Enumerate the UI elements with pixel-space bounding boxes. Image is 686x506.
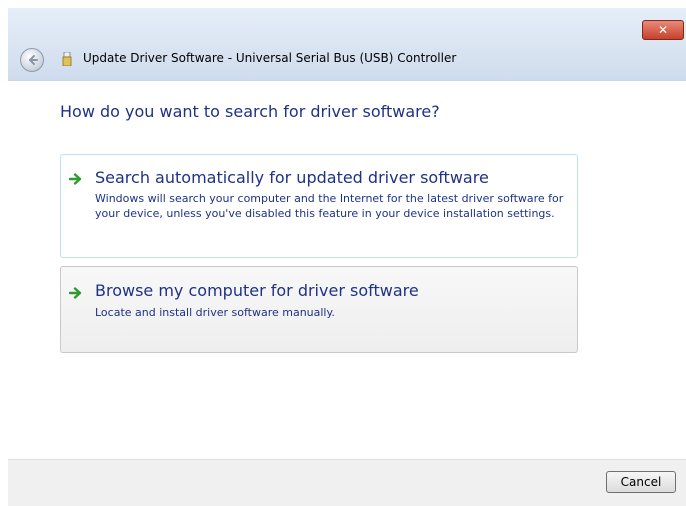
option-description: Windows will search your computer and th… bbox=[95, 192, 564, 220]
green-arrow-icon bbox=[69, 287, 82, 299]
back-button[interactable] bbox=[20, 48, 44, 72]
window-title: Update Driver Software - Universal Seria… bbox=[83, 51, 457, 65]
dialog-footer: Cancel bbox=[8, 459, 686, 506]
option-title: Browse my computer for driver software bbox=[95, 281, 419, 300]
back-arrow-icon bbox=[29, 55, 38, 65]
close-button[interactable]: ✕ bbox=[642, 20, 684, 40]
green-arrow-icon bbox=[69, 173, 82, 185]
close-icon: ✕ bbox=[657, 23, 669, 37]
search-automatically-option[interactable]: Search automatically for updated driver … bbox=[60, 154, 578, 258]
option-description: Locate and install driver software manua… bbox=[95, 306, 335, 319]
title-bar: ✕ Update Driver Software - Universal Ser… bbox=[8, 8, 686, 81]
page-heading: How do you want to search for driver sof… bbox=[60, 102, 440, 121]
cancel-button[interactable]: Cancel bbox=[606, 471, 676, 493]
dialog-window: ✕ Update Driver Software - Universal Ser… bbox=[8, 8, 686, 506]
browse-computer-option[interactable]: Browse my computer for driver software L… bbox=[60, 266, 578, 353]
usb-device-icon bbox=[62, 52, 72, 66]
option-title: Search automatically for updated driver … bbox=[95, 168, 489, 187]
